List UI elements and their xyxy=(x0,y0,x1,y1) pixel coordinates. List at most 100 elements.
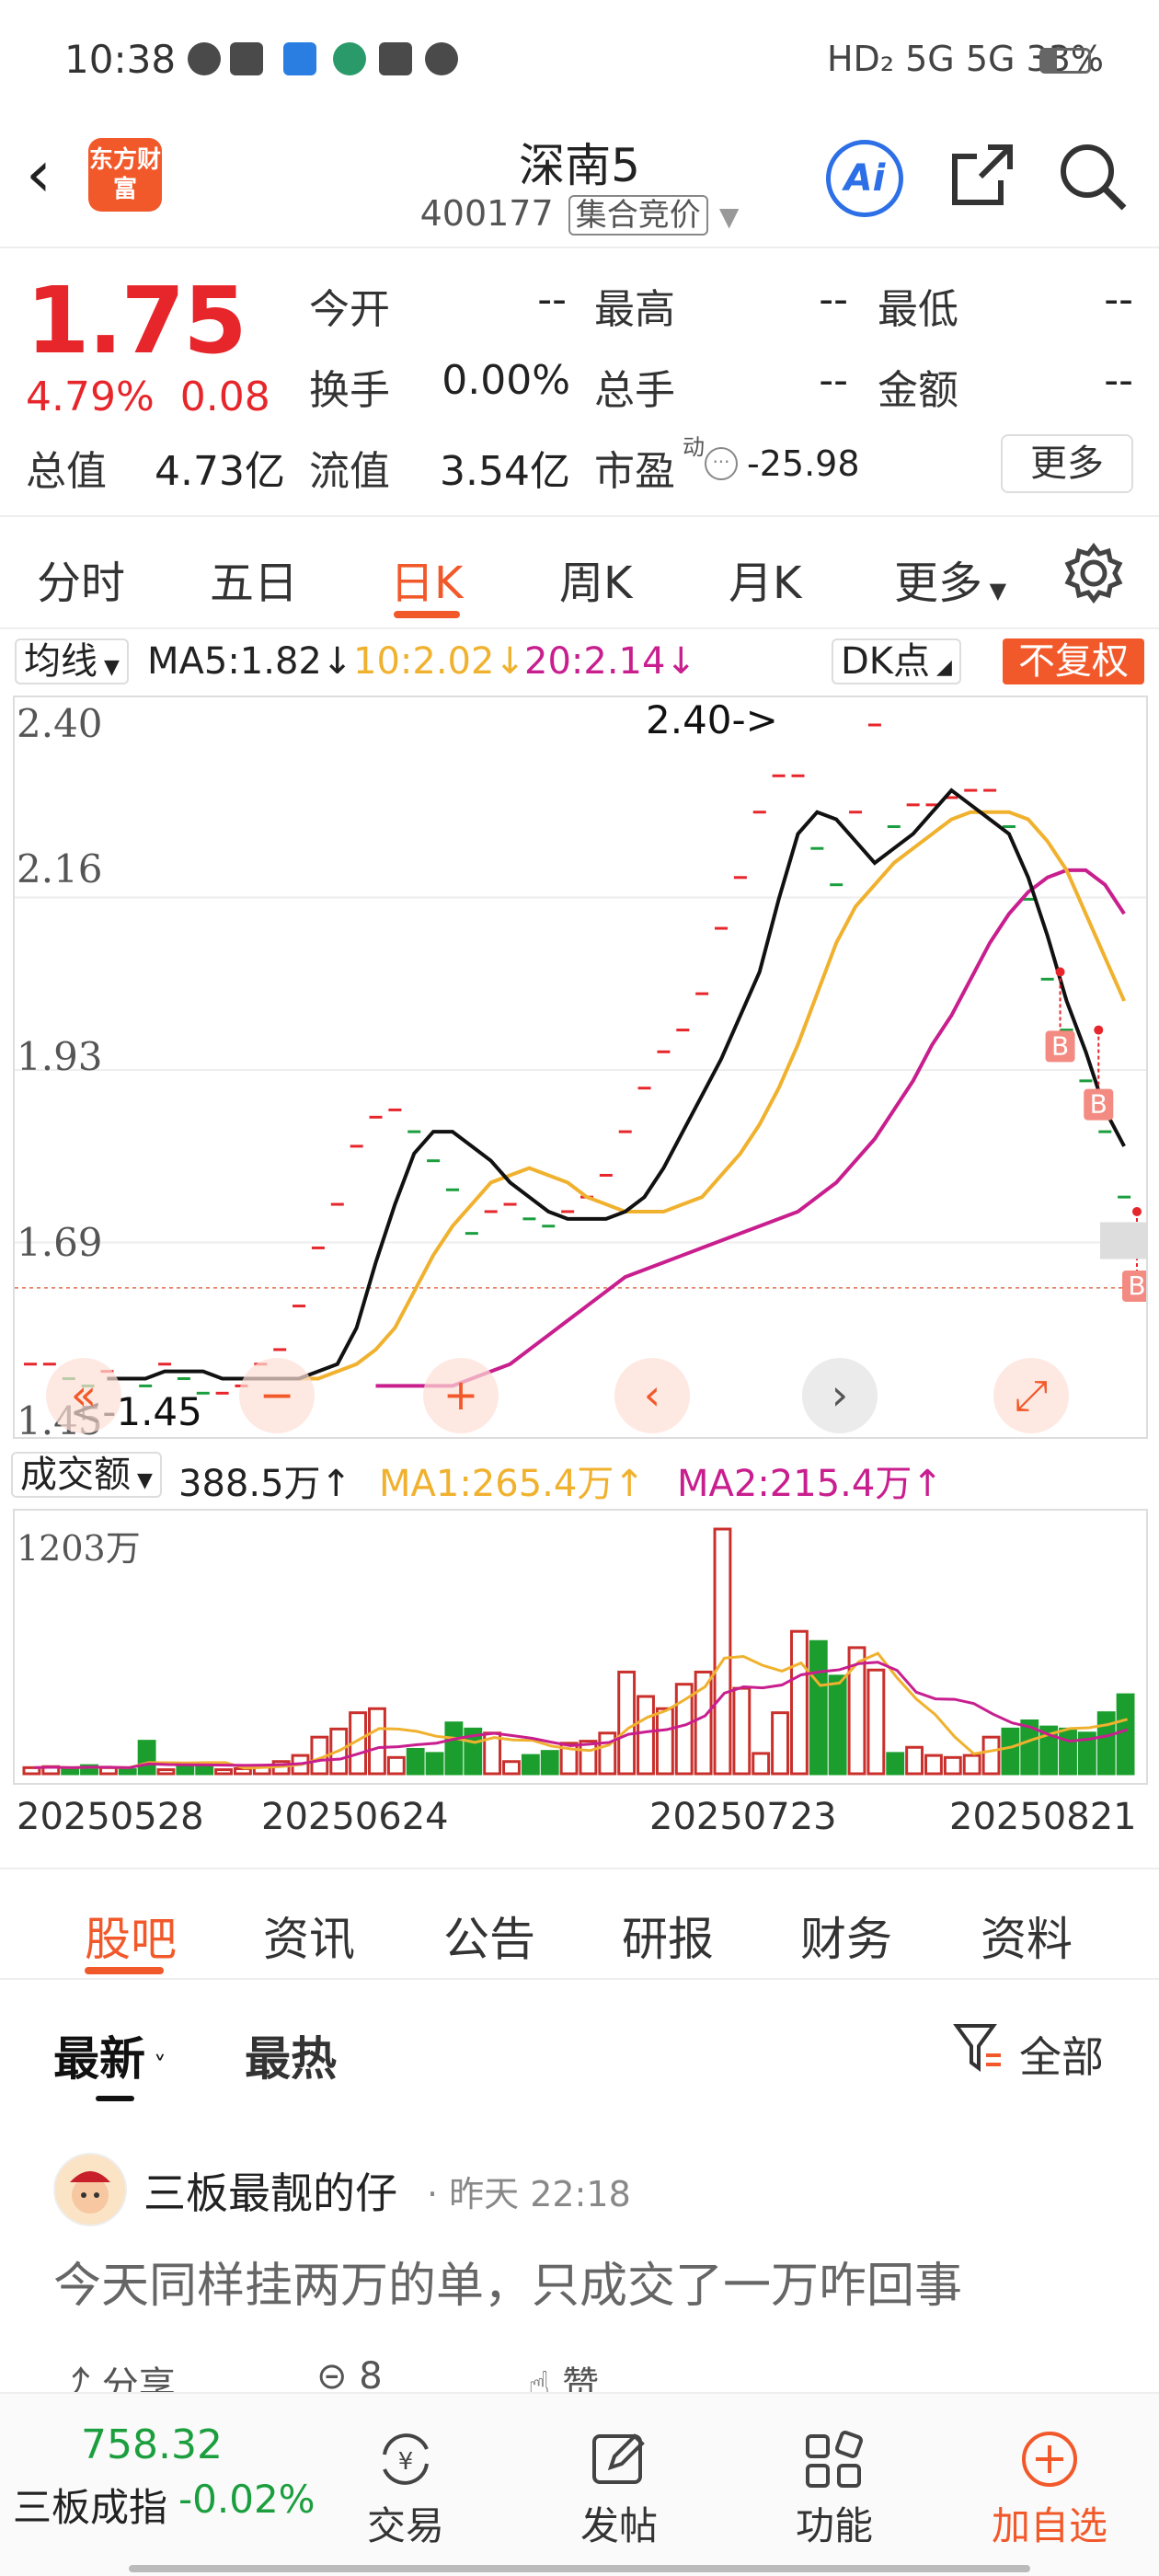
sort-hot[interactable]: 最热 xyxy=(245,2022,337,2088)
high-value: -- xyxy=(819,276,848,323)
tab-five-day[interactable]: 五日 xyxy=(210,546,298,611)
post-text[interactable]: 今天同样挂两万的单，只成交了一万咋回事 xyxy=(53,2247,962,2316)
arrow-up-icon: ↑ xyxy=(912,1463,943,1505)
nav-add-watchlist[interactable]: 加自选 xyxy=(981,2427,1119,2551)
volume-bar xyxy=(118,1768,137,1776)
dk-point-selector[interactable]: DK点 ◢ xyxy=(832,638,961,684)
scroll-far-left-icon[interactable]: « xyxy=(46,1358,121,1433)
search-icon[interactable] xyxy=(1056,140,1130,217)
nav-trade-label: 交易 xyxy=(366,2503,444,2548)
avatar[interactable] xyxy=(53,2153,127,2226)
grid-icon xyxy=(806,2431,863,2488)
date-axis: 20250528 20250624 20250723 20250821 xyxy=(0,1792,1159,1866)
zoom-out-icon[interactable]: − xyxy=(239,1358,315,1433)
market-tag[interactable]: 集合竞价 xyxy=(568,195,708,236)
dropdown-icon: ▼ xyxy=(98,656,120,679)
volume-bar xyxy=(637,1695,655,1776)
date-label: 20250624 xyxy=(261,1796,449,1838)
tab-news[interactable]: 资讯 xyxy=(263,1903,355,1969)
volume-bar xyxy=(386,1755,406,1776)
ma20-line xyxy=(375,868,1126,1388)
filter-icon[interactable] xyxy=(953,2020,1004,2079)
tab-more[interactable]: 更多 ▼ xyxy=(894,546,1006,611)
zoom-in-icon[interactable]: + xyxy=(423,1358,499,1433)
buy-signal-label: B xyxy=(1128,1271,1145,1301)
low-label: 最低 xyxy=(878,286,958,333)
vol-ma2-label: MA2:215.4万 xyxy=(677,1463,912,1505)
more-button[interactable]: 更多 xyxy=(1001,434,1133,493)
volume-bar xyxy=(789,1629,809,1776)
amount-value: -- xyxy=(1104,357,1133,404)
signal-dot xyxy=(1094,1025,1104,1035)
tab-profile[interactable]: 资料 xyxy=(981,1903,1073,1969)
volume-chart[interactable]: 1203万 xyxy=(13,1509,1148,1785)
settings-gear-icon[interactable] xyxy=(1061,541,1126,609)
index-change: -0.02% xyxy=(178,2477,316,2522)
adjust-mode-button[interactable]: 不复权 xyxy=(1003,638,1144,684)
ma20-label: 20:2.14 xyxy=(524,640,666,683)
arrow-down-icon: ↓ xyxy=(494,640,525,683)
open-value: -- xyxy=(537,276,567,323)
post-time: · 昨天 22:18 xyxy=(427,2174,631,2214)
volume-bar xyxy=(502,1760,521,1776)
tab-monthly-k[interactable]: 月K xyxy=(729,546,801,611)
amount-label: 金额 xyxy=(878,367,958,414)
edit-icon xyxy=(592,2433,645,2484)
stock-code: 400177 xyxy=(419,193,554,234)
indicator-selector[interactable]: 均线 ▼ xyxy=(15,638,129,684)
volume-selector[interactable]: 成交额 ▼ xyxy=(11,1452,162,1498)
tab-weekly-k[interactable]: 周K xyxy=(559,546,632,611)
active-tab-indicator xyxy=(394,611,460,618)
tab-daily-k[interactable]: 日K xyxy=(390,546,463,611)
last-price: 1.75 xyxy=(26,267,247,374)
fullscreen-icon[interactable]: ⤢ xyxy=(993,1358,1069,1433)
signal-dot xyxy=(1132,1206,1142,1216)
volume-bar xyxy=(444,1721,464,1776)
nav-trade[interactable]: ¥ 交易 xyxy=(337,2427,475,2551)
chevron-down-icon: ˅ xyxy=(145,2051,166,2081)
app-icon xyxy=(425,42,458,75)
tab-research[interactable]: 研报 xyxy=(622,1903,714,1969)
index-value[interactable]: 758.32 xyxy=(81,2421,223,2468)
status-time: 10:38 xyxy=(64,37,177,82)
volume-bar xyxy=(655,1707,674,1776)
filter-all[interactable]: 全部 xyxy=(1019,2024,1104,2085)
dropdown-icon[interactable]: ▼ xyxy=(719,201,740,232)
message-icon xyxy=(188,42,221,75)
dropdown-icon: ▼ xyxy=(982,578,1007,604)
post-author[interactable]: 三板最靓的仔 xyxy=(143,2160,397,2221)
ma-bar: 均线 ▼ MA5:1.82↓ 10:2.02↓ 20:2.14↓ DK点 ◢ 不… xyxy=(0,631,1159,692)
nav-post[interactable]: 发帖 xyxy=(550,2427,688,2551)
index-name[interactable]: 三板成指 xyxy=(13,2477,167,2533)
volume-bar xyxy=(809,1639,828,1776)
date-label: 20250821 xyxy=(949,1796,1137,1838)
nav-functions[interactable]: 功能 xyxy=(765,2427,903,2551)
volume-bar xyxy=(137,1740,156,1776)
high-marker: 2.40-> xyxy=(646,697,778,742)
scroll-left-icon[interactable]: ‹ xyxy=(614,1358,690,1433)
volume-bar xyxy=(540,1750,559,1776)
kline-chart[interactable]: BBB 2.40 2.16 1.93 1.69 1.45 2.40-> <-1.… xyxy=(13,696,1148,1443)
vol-ma1-label: MA1:265.4万 xyxy=(379,1463,614,1505)
post-item[interactable]: 三板最靓的仔 · 昨天 22:18 今天同样挂两万的单，只成交了一万咋回事 ⤴ … xyxy=(0,2109,1159,2407)
tab-announcements[interactable]: 公告 xyxy=(443,1903,535,1969)
sort-latest[interactable]: 最新 ˅ xyxy=(53,2022,166,2088)
vol-ma1-line xyxy=(33,1651,1128,1770)
float-cap-value: 3.54亿 xyxy=(440,448,570,495)
share-external-icon[interactable] xyxy=(947,140,1017,213)
arrow-up-icon: ↑ xyxy=(614,1463,645,1505)
info-icon[interactable]: ··· xyxy=(705,447,738,480)
kline-svg: BBB xyxy=(15,723,1146,1395)
total-volume-label: 总手 xyxy=(594,367,675,414)
volume-max-label: 1203万 xyxy=(17,1528,141,1569)
tab-finance[interactable]: 财务 xyxy=(800,1903,892,1969)
bottom-nav: 758.32 三板成指 -0.02% ¥ 交易 发帖 功能 加自选 xyxy=(0,2392,1159,2576)
ai-button[interactable]: Ai xyxy=(826,140,903,217)
volume-bar xyxy=(176,1765,195,1776)
tab-guba[interactable]: 股吧 xyxy=(85,1903,177,1969)
volume-bar xyxy=(233,1766,252,1776)
volume-bar xyxy=(905,1745,924,1776)
turnover-value: 0.00% xyxy=(442,357,570,404)
scroll-right-icon[interactable]: › xyxy=(802,1358,878,1433)
tab-intraday[interactable]: 分时 xyxy=(37,546,125,611)
